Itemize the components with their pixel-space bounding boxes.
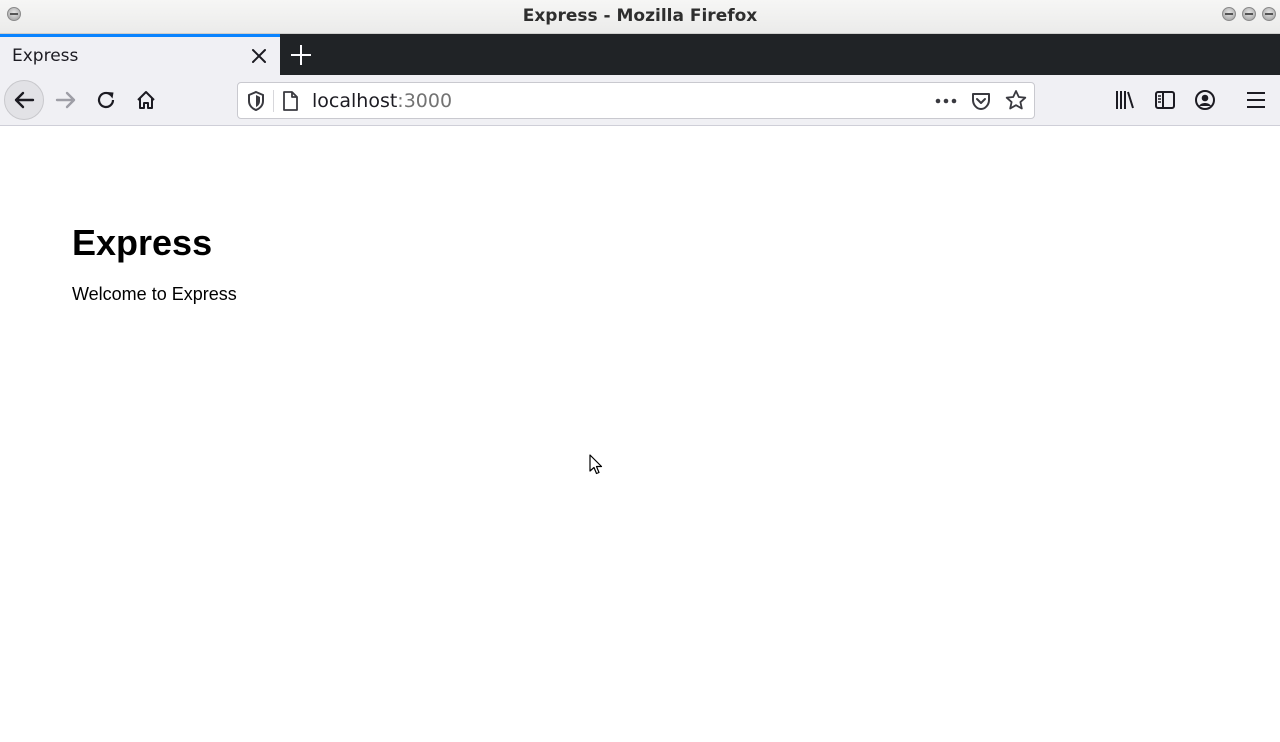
new-tab-button[interactable] xyxy=(288,42,314,68)
tracking-shield-icon[interactable] xyxy=(246,90,266,116)
menu-icon[interactable] xyxy=(1245,89,1267,115)
home-button[interactable] xyxy=(126,80,166,120)
page-content: Express Welcome to Express xyxy=(0,126,1280,742)
bookmark-star-icon[interactable] xyxy=(1005,89,1027,115)
url-separator xyxy=(273,90,274,112)
page-icon[interactable] xyxy=(281,90,299,116)
url-port: :3000 xyxy=(397,90,453,112)
mouse-cursor-icon xyxy=(589,454,603,480)
home-icon xyxy=(137,91,155,109)
maximize-button[interactable] xyxy=(1242,7,1256,21)
window-titlebar: Express - Mozilla Firefox xyxy=(0,0,1280,34)
back-button[interactable] xyxy=(4,80,44,120)
minimize-button[interactable] xyxy=(1222,7,1236,21)
plus-icon xyxy=(291,45,311,65)
tab-express[interactable]: Express xyxy=(0,34,280,75)
account-icon[interactable] xyxy=(1194,89,1216,115)
page-actions-icon[interactable] xyxy=(934,91,958,115)
window-title: Express - Mozilla Firefox xyxy=(522,6,758,26)
back-arrow-icon xyxy=(14,91,35,109)
url-host: localhost xyxy=(312,90,398,112)
sidebar-icon[interactable] xyxy=(1154,89,1176,115)
url-bar[interactable]: localhost:3000 xyxy=(237,82,1035,119)
forward-arrow-icon xyxy=(55,91,76,109)
reload-icon xyxy=(97,91,115,109)
forward-button[interactable] xyxy=(46,80,86,120)
navigation-toolbar: localhost:3000 xyxy=(0,75,1280,126)
close-window-button[interactable] xyxy=(1262,7,1276,21)
library-icon[interactable] xyxy=(1114,89,1136,115)
welcome-text: Welcome to Express xyxy=(72,284,237,304)
url-text[interactable]: localhost:3000 xyxy=(312,90,452,112)
page-heading: Express xyxy=(72,222,213,263)
tab-strip: Express xyxy=(0,34,1280,75)
tab-label: Express xyxy=(12,46,79,66)
close-icon[interactable] xyxy=(248,45,270,67)
pocket-icon[interactable] xyxy=(970,90,992,116)
reload-button[interactable] xyxy=(86,80,126,120)
